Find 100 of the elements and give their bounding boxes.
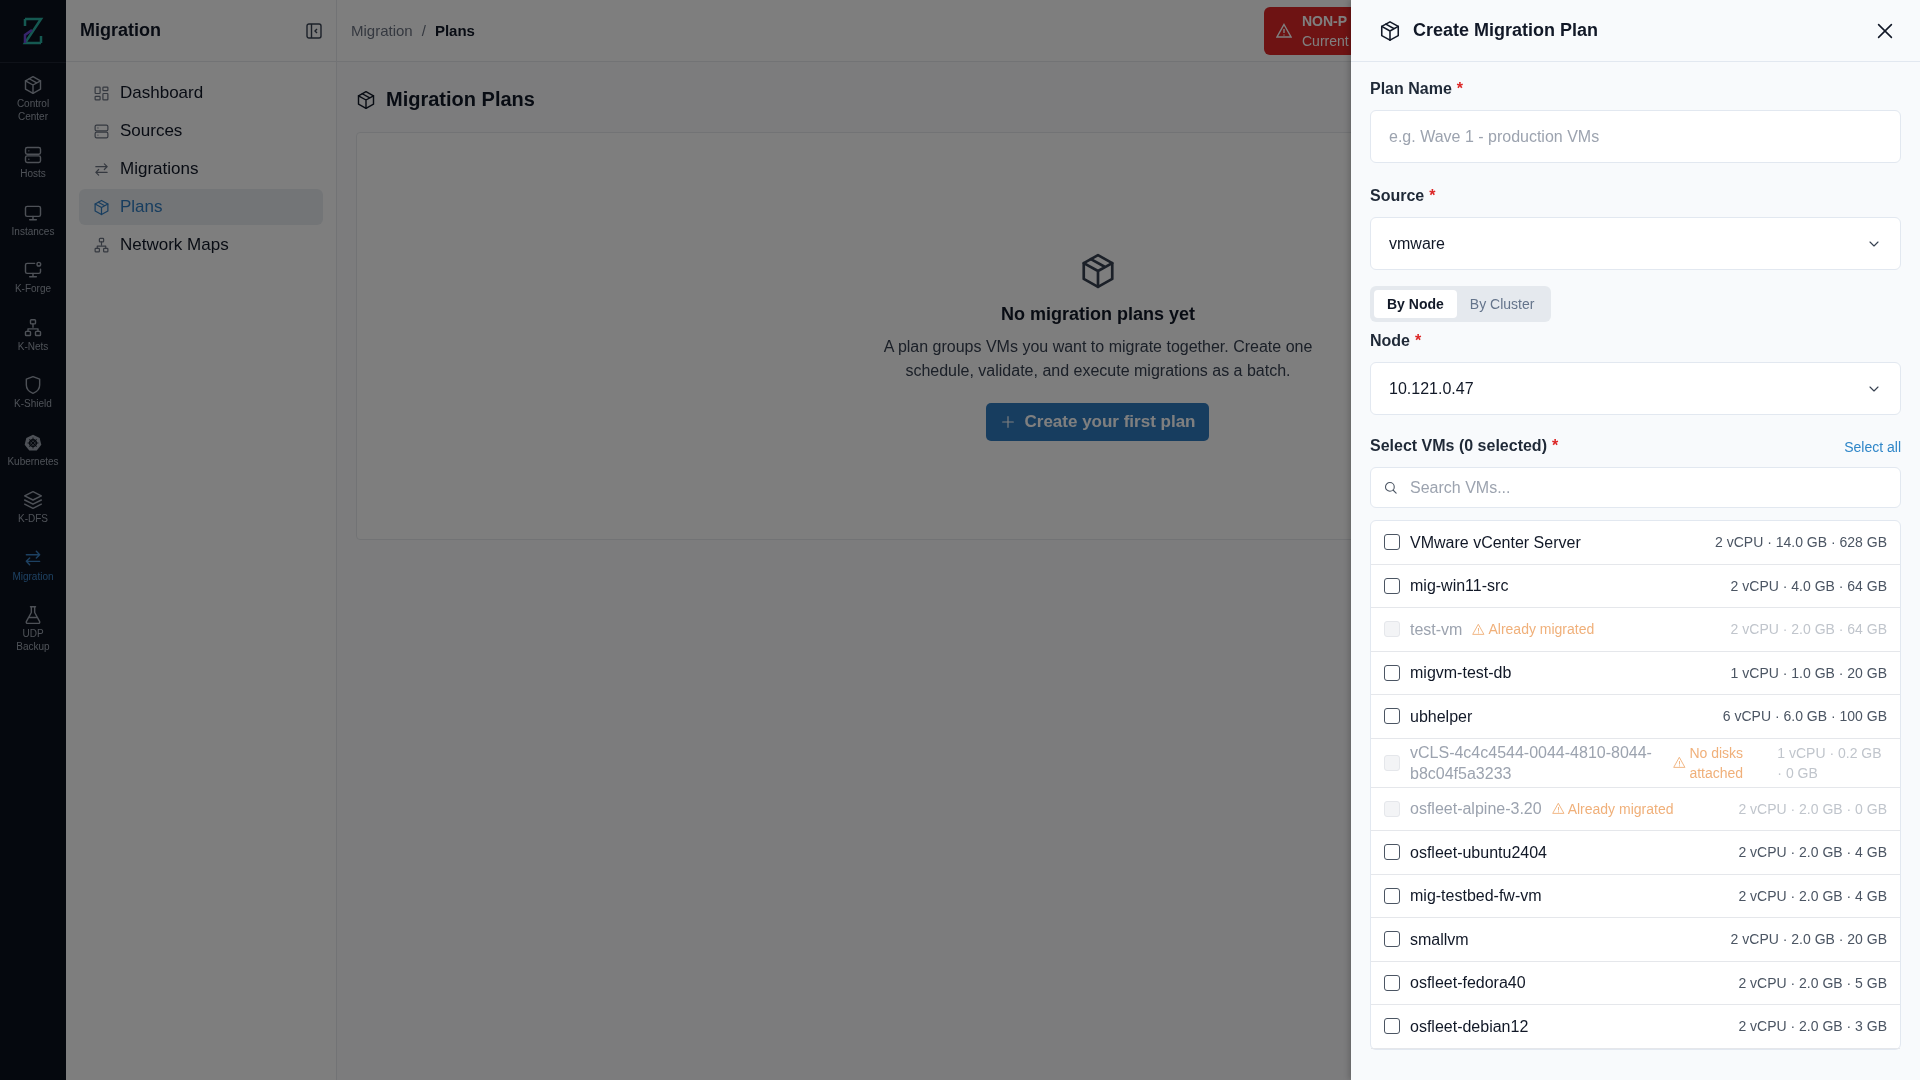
vm-specs: 2 vCPU · 2.0 GB · 4 GB: [1738, 886, 1887, 906]
server-icon: [93, 122, 110, 140]
rail-item[interactable]: Kubernetes: [2, 420, 64, 478]
rail-item[interactable]: K-Shield: [2, 363, 64, 421]
required-mark: *: [1429, 187, 1436, 205]
vm-row[interactable]: VMware vCenter Server 2 vCPU · 14.0 GB · 628 GB: [1371, 521, 1900, 565]
logo-icon[interactable]: [22, 16, 44, 46]
empty-state-description: A plan groups VMs you want to migrate together. Create one schedule, validate, and execute migrations as a batch.: [883, 336, 1313, 381]
checkbox[interactable]: [1384, 931, 1400, 948]
vm-name: osfleet-debian12: [1410, 1016, 1529, 1037]
warning-label: No disks attached: [1673, 742, 1768, 783]
rail-item[interactable]: Hosts: [2, 133, 64, 191]
vm-search-field[interactable]: Search VMs...: [1370, 467, 1901, 508]
source-select[interactable]: vmware: [1370, 217, 1901, 270]
checkbox[interactable]: [1384, 664, 1400, 681]
rail-item[interactable]: K-DFS: [2, 478, 64, 536]
vm-row[interactable]: osfleet-fedora40 2 vCPU · 2.0 GB · 5 GB: [1371, 961, 1900, 1005]
vm-row[interactable]: migvm-test-db 1 vCPU · 1.0 GB · 20 GB: [1371, 651, 1900, 695]
vm-specs: 2 vCPU · 2.0 GB · 20 GB: [1730, 930, 1887, 950]
select-all-link[interactable]: Select all: [1844, 439, 1901, 455]
vm-name: osfleet-fedora40: [1410, 973, 1526, 994]
vm-row[interactable]: mig-win11-src 2 vCPU · 4.0 GB · 64 GB: [1371, 564, 1900, 608]
vm-specs: 2 vCPU · 2.0 GB · 4 GB: [1738, 843, 1887, 863]
sidebar-item[interactable]: Dashboard: [79, 75, 323, 111]
cube-icon: [1379, 19, 1401, 42]
rail-item[interactable]: K-Nets: [2, 305, 64, 363]
alert-title: NON-P: [1302, 11, 1349, 31]
sidebar-item[interactable]: Plans: [79, 189, 323, 225]
warning-icon: [1673, 756, 1687, 769]
sidebar-item[interactable]: Sources: [79, 113, 323, 149]
warning-label: Already migrated: [1472, 619, 1595, 640]
plus-icon: [1000, 413, 1017, 430]
vm-row[interactable]: smallvm 2 vCPU · 2.0 GB · 20 GB: [1371, 918, 1900, 962]
search-icon: [1383, 480, 1398, 495]
checkbox[interactable]: [1384, 974, 1400, 991]
field-label: Source: [1370, 187, 1425, 205]
vm-row[interactable]: ubhelper 6 vCPU · 6.0 GB · 100 GB: [1371, 695, 1900, 739]
cube-icon: [23, 75, 43, 95]
warning-label: Already migrated: [1551, 798, 1674, 819]
vm-specs: 6 vCPU · 6.0 GB · 100 GB: [1722, 707, 1887, 727]
network-icon: [93, 236, 110, 254]
vm-name: migvm-test-db: [1410, 663, 1512, 684]
vm-name: mig-win11-src: [1410, 576, 1509, 597]
server-icon: [23, 145, 43, 165]
rail-item[interactable]: UDP Backup: [2, 593, 64, 663]
checkbox[interactable]: [1384, 844, 1400, 861]
monitor-gear-icon: [23, 260, 43, 280]
network-icon: [23, 317, 43, 338]
cube-icon: [1079, 251, 1117, 290]
vm-name: vCLS-4c4c4544-0044-4810-8044-b8c04f5a3233: [1410, 742, 1653, 784]
page-title: Migration Plans: [386, 88, 535, 111]
vm-specs: 2 vCPU · 4.0 GB · 64 GB: [1730, 576, 1887, 596]
collapse-sidebar-icon[interactable]: [306, 22, 322, 39]
mode-tab[interactable]: By Cluster: [1456, 290, 1548, 318]
vm-name: osfleet-ubuntu2404: [1410, 842, 1547, 863]
checkbox[interactable]: [1384, 887, 1400, 904]
vm-specs: 2 vCPU · 2.0 GB · 64 GB: [1730, 620, 1887, 640]
vm-row[interactable]: osfleet-ubuntu2404 2 vCPU · 2.0 GB · 4 GB: [1371, 831, 1900, 875]
vm-specs: 1 vCPU · 0.2 GB · 0 GB: [1777, 743, 1883, 783]
vm-name: smallvm: [1410, 929, 1469, 950]
checkbox[interactable]: [1384, 534, 1400, 551]
rail-item[interactable]: Instances: [2, 190, 64, 248]
breadcrumb-current: Plans: [434, 22, 475, 39]
field-label: Node: [1370, 332, 1410, 350]
vm-name: osfleet-alpine-3.20: [1410, 799, 1542, 820]
warning-icon: [1551, 802, 1565, 816]
checkbox[interactable]: [1384, 577, 1400, 594]
checkbox[interactable]: [1384, 708, 1400, 725]
create-plan-button[interactable]: Create your first plan: [986, 402, 1210, 441]
dashboard-grid-icon: [93, 84, 110, 102]
vm-name: test-vm: [1410, 619, 1463, 640]
vm-row[interactable]: mig-testbed-fw-vm 2 vCPU · 2.0 GB · 4 GB: [1371, 874, 1900, 918]
alert-text: Current: [1302, 31, 1349, 51]
vm-specs: 1 vCPU · 1.0 GB · 20 GB: [1730, 663, 1887, 683]
sidebar-item[interactable]: Migrations: [79, 151, 323, 187]
sidebar-item[interactable]: Network Maps: [79, 227, 323, 263]
field-label: Plan Name: [1370, 80, 1452, 98]
sidebar-title: Migration: [80, 20, 161, 41]
rail-item[interactable]: Control Center: [2, 63, 64, 133]
required-mark: *: [1551, 437, 1559, 455]
helm-wheel-icon: [23, 432, 43, 453]
vm-specs: 2 vCPU · 14.0 GB · 628 GB: [1715, 533, 1887, 553]
node-select[interactable]: 10.121.0.47: [1370, 362, 1901, 415]
drawer-title: Create Migration Plan: [1413, 20, 1600, 41]
rail-item[interactable]: K-Forge: [2, 248, 64, 306]
flask-icon: [23, 605, 43, 625]
vm-row[interactable]: osfleet-debian12 2 vCPU · 2.0 GB · 3 GB: [1371, 1005, 1900, 1049]
warning-icon: [1276, 22, 1292, 39]
arrows-icon: [93, 160, 110, 178]
field-label: Select VMs (0 selected): [1370, 437, 1547, 455]
plan-name-field[interactable]: e.g. Wave 1 - production VMs: [1370, 110, 1901, 163]
layers-icon: [23, 490, 43, 510]
search-input[interactable]: Search VMs...: [1408, 477, 1888, 498]
mode-tab[interactable]: By Node: [1374, 290, 1457, 318]
required-mark: *: [1415, 332, 1422, 350]
empty-state-title: No migration plans yet: [1000, 303, 1195, 325]
vm-name: ubhelper: [1410, 706, 1473, 727]
required-mark: *: [1456, 80, 1464, 98]
checkbox[interactable]: [1384, 1018, 1400, 1035]
breadcrumb-link[interactable]: Migration: [351, 22, 413, 39]
